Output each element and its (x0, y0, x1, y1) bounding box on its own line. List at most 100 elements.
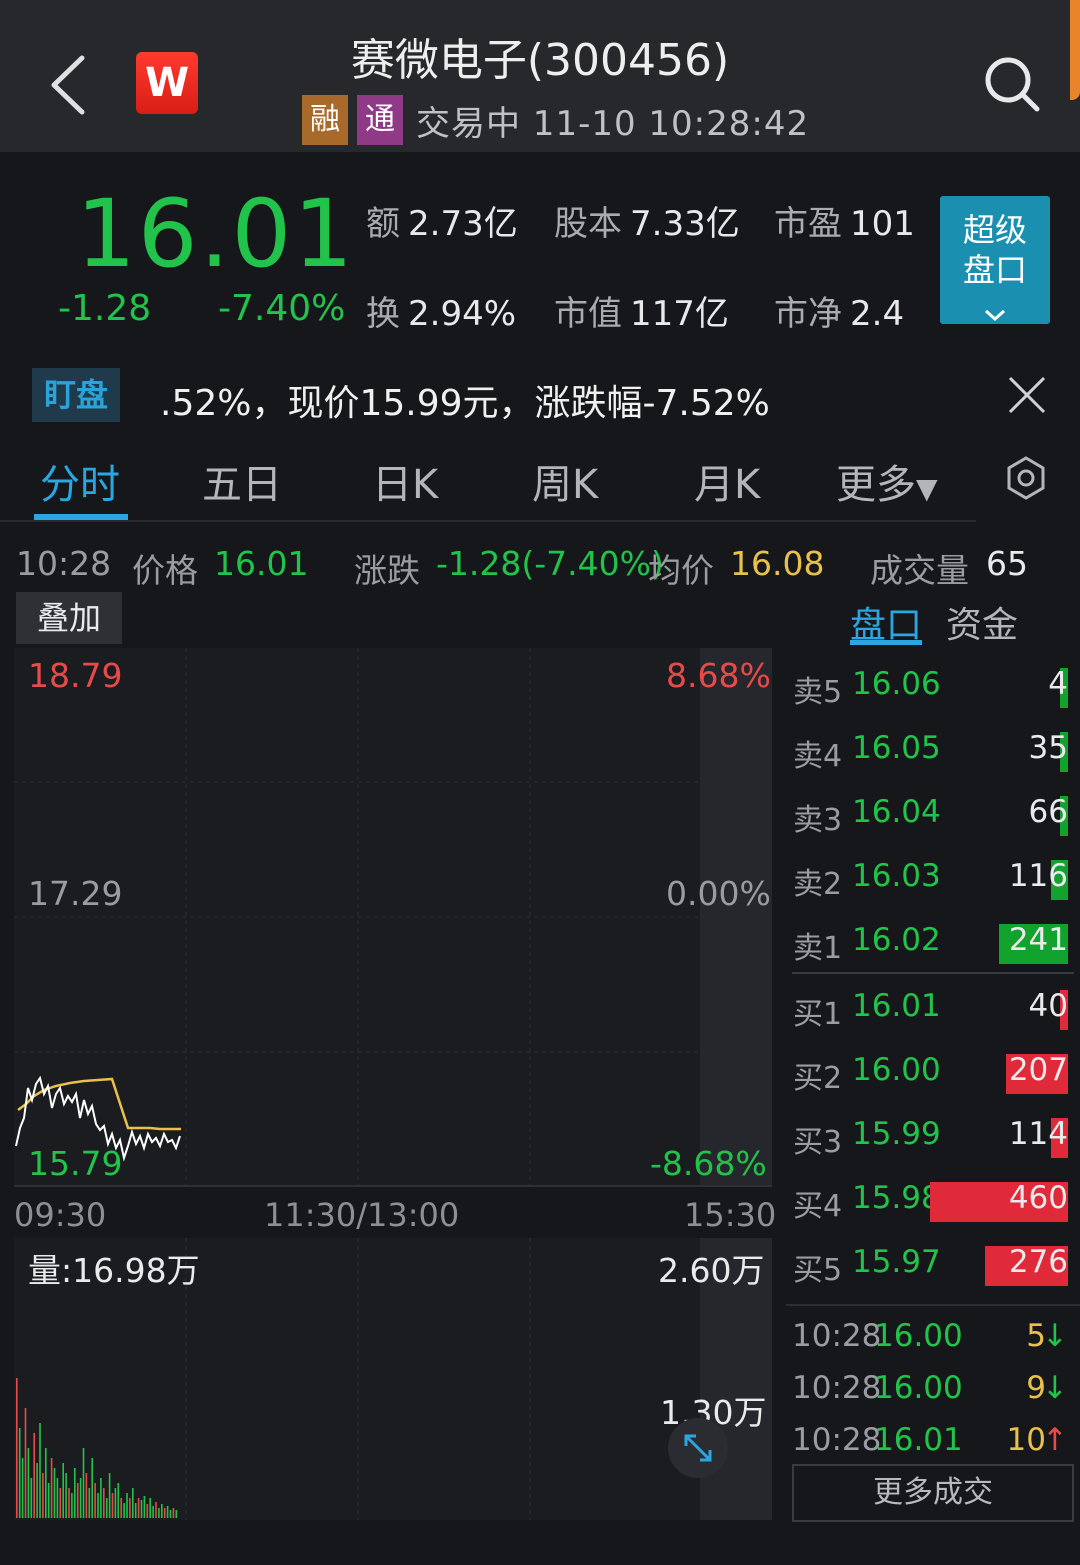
level-label: 买2 (793, 1061, 843, 1096)
level-label: 买1 (793, 997, 843, 1032)
time-axis-open: 09:30 (14, 1196, 107, 1234)
volume-bar (94, 1483, 96, 1518)
level-label: 卖1 (793, 931, 843, 966)
level-qty: 4 (1048, 666, 1068, 702)
trade-direction-icon: ↑ (1042, 1422, 1068, 1458)
volume-bar (56, 1478, 59, 1518)
volume-bar (59, 1488, 62, 1518)
volume-bar (169, 1510, 172, 1518)
bid-level-row[interactable]: 买1 16.01 40 (786, 976, 1076, 1040)
trade-time: 10:28 (792, 1422, 882, 1458)
level-label: 卖2 (793, 867, 843, 902)
active-tab-indicator (34, 514, 128, 520)
bid-level-row[interactable]: 买3 15.99 114 (786, 1104, 1076, 1168)
close-icon[interactable] (1006, 374, 1048, 416)
side-tab-indicator (850, 640, 922, 645)
trade-direction-icon: ↓ (1042, 1370, 1068, 1406)
volume-bar (140, 1500, 143, 1518)
tab-daily-k[interactable]: 日K (372, 452, 438, 510)
volume-bar (42, 1473, 44, 1518)
volume-bar (39, 1423, 41, 1518)
time-axis-midday: 11:30/13:00 (264, 1196, 460, 1234)
info-change: -1.28(-7.40%) (436, 544, 664, 583)
tab-capital-flow[interactable]: 资金 (946, 596, 1018, 648)
trade-price: 16.00 (874, 1370, 963, 1406)
volume-bar (117, 1483, 120, 1518)
trades-divider (786, 1304, 1080, 1306)
tab-weekly-k[interactable]: 周K (532, 452, 598, 510)
volume-bar (166, 1506, 169, 1518)
trade-price: 16.01 (874, 1422, 963, 1458)
level-price: 16.01 (852, 988, 941, 1024)
ask-level-row[interactable]: 卖5 16.06 4 (786, 654, 1076, 718)
volume-bar (79, 1478, 82, 1518)
level-qty: 460 (1008, 1180, 1068, 1216)
volume-bar (47, 1483, 50, 1518)
volume-bar (45, 1448, 47, 1518)
more-trades-button[interactable]: 更多成交 (792, 1464, 1074, 1522)
settings-icon[interactable] (1004, 456, 1048, 500)
trade-row: 10:28 16.00 5 ↓ (792, 1318, 1072, 1368)
info-change-label: 涨跌 (354, 551, 420, 590)
ask-level-row[interactable]: 卖1 16.02 241 (786, 910, 1076, 974)
metric-pe: 市盈 101 (774, 204, 915, 244)
ask-level-row[interactable]: 卖4 16.05 35 (786, 718, 1076, 782)
info-avg: 16.08 (730, 544, 825, 583)
volume-bar (36, 1463, 38, 1518)
bid-level-row[interactable]: 买4 15.98 460 (786, 1168, 1076, 1232)
overlay-button[interactable]: 叠加 (16, 592, 122, 644)
pct-axis-high: 8.68% (666, 656, 771, 695)
search-icon[interactable] (982, 54, 1042, 114)
price-axis-high: 18.79 (28, 656, 123, 695)
tab-more[interactable]: 更多▼ (836, 452, 938, 510)
tab-monthly-k[interactable]: 月K (694, 452, 760, 510)
trading-status-line: 融 通 交易中 11-10 10:28:42 (302, 94, 809, 146)
volume-bar (103, 1488, 105, 1518)
level-qty: 35 (1028, 730, 1068, 766)
ask-level-row[interactable]: 卖3 16.04 66 (786, 782, 1076, 846)
expand-icon[interactable] (668, 1418, 728, 1478)
volume-bar (100, 1478, 102, 1518)
level-price: 16.05 (852, 730, 941, 766)
volume-bar (82, 1448, 85, 1518)
time-axis-close: 15:30 (684, 1196, 777, 1234)
metric-pb: 市净 2.4 (774, 294, 905, 334)
top-bar: W 赛微电子(300456) 融 通 交易中 11-10 10:28:42 (0, 0, 1080, 152)
ask-level-row[interactable]: 卖2 16.03 116 (786, 846, 1076, 910)
volume-bar (97, 1493, 99, 1518)
volume-bar (161, 1504, 163, 1518)
stock-title: 赛微电子(300456) (350, 35, 730, 86)
level-price: 16.04 (852, 794, 941, 830)
volume-axis-max: 2.60万 (658, 1251, 765, 1290)
info-price: 16.01 (214, 544, 309, 583)
level-price: 15.97 (852, 1244, 941, 1280)
tab-intraday[interactable]: 分时 (40, 452, 120, 510)
price-change-pct: -7.40% (218, 288, 346, 329)
volume-bar (132, 1488, 134, 1518)
trade-row: 10:28 16.00 9 ↓ (792, 1370, 1072, 1420)
level-label: 买3 (793, 1125, 843, 1160)
volume-bar (76, 1483, 79, 1518)
level-price: 15.98 (852, 1180, 941, 1216)
level-qty: 207 (1008, 1052, 1068, 1088)
volume-bar (27, 1448, 30, 1518)
bid-level-row[interactable]: 买2 16.00 207 (786, 1040, 1076, 1104)
edge-indicator (1060, 0, 1080, 100)
super-order-book-button[interactable]: 超级盘口 (940, 196, 1050, 324)
watch-badge[interactable]: 盯盘 (32, 368, 120, 422)
level-price: 16.00 (852, 1052, 941, 1088)
bid-level-row[interactable]: 买5 15.97 276 (786, 1232, 1076, 1296)
trade-time: 10:28 (792, 1318, 882, 1354)
level-qty: 40 (1028, 988, 1068, 1024)
level-label: 买4 (793, 1189, 843, 1224)
price-change: -1.28 (58, 288, 152, 329)
volume-bar (68, 1488, 70, 1518)
level-qty: 241 (1008, 922, 1068, 958)
level-price: 15.99 (852, 1116, 941, 1152)
volume-bar (149, 1498, 151, 1518)
tab-five-day[interactable]: 五日 (202, 452, 282, 510)
volume-bar (53, 1468, 56, 1518)
volume-bar (16, 1378, 18, 1518)
trading-status: 交易中 11-10 10:28:42 (416, 103, 810, 144)
level-label: 卖3 (793, 803, 843, 838)
